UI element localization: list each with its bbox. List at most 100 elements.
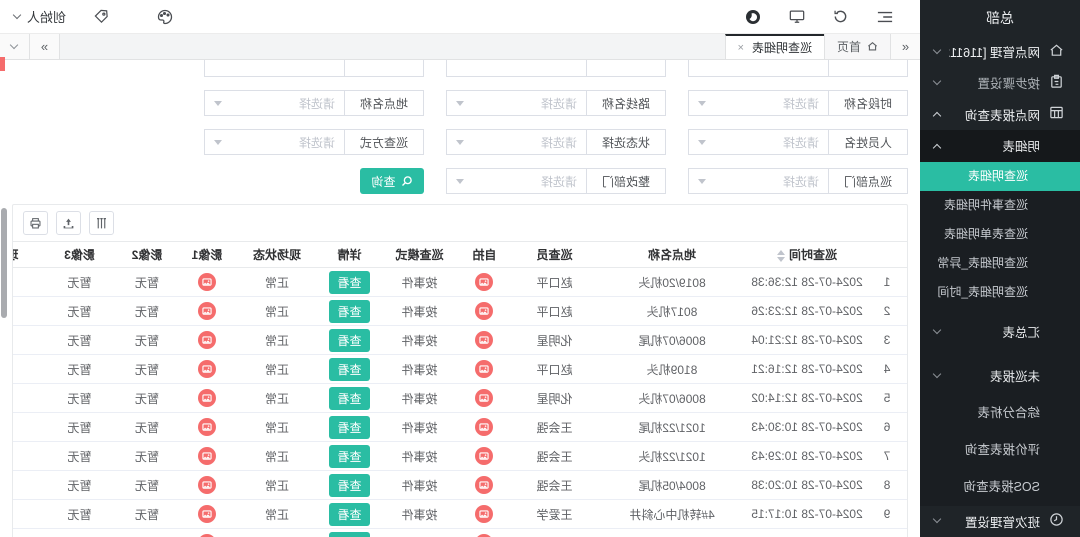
- column-settings-button[interactable]: [89, 211, 114, 235]
- sidebar-item-analysis[interactable]: 综合分析表: [920, 395, 1080, 432]
- cell-place: 8004/05机头: [597, 529, 747, 537]
- selfie-photo-icon[interactable]: [476, 302, 494, 320]
- sidebar-item-step-settings[interactable]: 按步骤设置: [920, 67, 1080, 98]
- view-button[interactable]: 查看: [330, 329, 370, 352]
- cell-index: 9: [867, 500, 907, 529]
- scene-photo-icon[interactable]: [198, 418, 216, 436]
- sidebar-item-label: 班次管理设置: [949, 512, 1040, 531]
- chevron-down-icon: [933, 45, 941, 53]
- content: 时段名称 请选择 路线名称 请选择 地点名称 请选择 人员姓名 请选择: [0, 60, 920, 537]
- cell-status: 正常: [237, 268, 317, 297]
- cell-image3: 暂无: [42, 355, 117, 384]
- sidebar-item-site-management[interactable]: 网点管理 [1161120]: [920, 36, 1080, 67]
- cell-place: 1021/22机尾: [597, 413, 747, 442]
- scene-photo-icon[interactable]: [198, 273, 216, 291]
- sidebar-item-abnormal-detail[interactable]: 巡查明细表_异常: [920, 249, 1080, 278]
- filter-field-cut: [688, 60, 908, 77]
- sidebar-item-evaluation-query[interactable]: 评价报表查询: [920, 432, 1080, 469]
- view-button[interactable]: 查看: [330, 445, 370, 468]
- route-name-select[interactable]: 请选择: [446, 90, 587, 116]
- cell-index: 4: [867, 355, 907, 384]
- home-icon: [1049, 43, 1064, 61]
- table-row: 6 2024-07-28 10:30:43 1021/22机尾 王会强 按事件 …: [12, 413, 907, 442]
- sidebar-item-shift-settings[interactable]: 班次管理设置: [920, 506, 1080, 537]
- cell-mode: 按事件: [382, 326, 457, 355]
- vertical-scrollbar[interactable]: [1, 208, 7, 318]
- selfie-photo-icon[interactable]: [476, 273, 494, 291]
- scene-photo-icon[interactable]: [198, 389, 216, 407]
- sort-icon[interactable]: [777, 250, 785, 262]
- patrol-dept-select[interactable]: 请选择: [688, 168, 829, 194]
- user-menu[interactable]: 创始人: [14, 7, 66, 26]
- scene-photo-icon[interactable]: [198, 302, 216, 320]
- sidebar-item-label: 网点报表查询: [949, 105, 1040, 124]
- view-button[interactable]: 查看: [330, 474, 370, 497]
- selfie-photo-icon[interactable]: [476, 418, 494, 436]
- placeholder: 请选择: [783, 95, 819, 112]
- tab-home[interactable]: 首页: [824, 34, 890, 59]
- field-label: 整改部门: [586, 168, 666, 194]
- collapse-menu-icon[interactable]: [870, 0, 900, 34]
- person-name-select[interactable]: 请选择: [688, 129, 829, 155]
- rectify-dept-select[interactable]: 请选择: [446, 168, 587, 194]
- scene-photo-icon[interactable]: [198, 505, 216, 523]
- cell-image2: 暂无: [117, 500, 177, 529]
- tag-icon[interactable]: [86, 0, 116, 34]
- col-image1: 影像1: [177, 242, 237, 268]
- chevron-down-icon: [13, 10, 21, 18]
- patrol-detail-table: 巡查时间 地点名称 巡查员 自拍 巡查模式 详情 现场状态 影像1 影像2 影像…: [12, 241, 907, 537]
- sidebar-group-detail-reports[interactable]: 明细表: [920, 130, 1080, 162]
- cell-person: 赵口平: [512, 355, 597, 384]
- refresh-icon[interactable]: [826, 0, 856, 34]
- view-button[interactable]: 查看: [330, 532, 370, 537]
- chevron-down-icon: [214, 140, 222, 145]
- sidebar-item-event-detail[interactable]: 巡查事件明细表: [920, 191, 1080, 220]
- view-button[interactable]: 查看: [330, 416, 370, 439]
- sidebar-item-time-detail[interactable]: 巡查明细表_时间: [920, 278, 1080, 307]
- selfie-photo-icon[interactable]: [476, 447, 494, 465]
- dark-mode-icon[interactable]: [738, 0, 768, 34]
- cell-selfie: [457, 297, 512, 326]
- scene-photo-icon[interactable]: [198, 447, 216, 465]
- selfie-photo-icon[interactable]: [476, 505, 494, 523]
- table-row: 9 2024-07-28 10:17:15 4#转机中心斜井 王爱学 按事件 查…: [12, 500, 907, 529]
- sidebar-item-form-detail[interactable]: 巡查表单明细表: [920, 220, 1080, 249]
- sidebar-item-patrol-detail[interactable]: 巡查明细表: [920, 162, 1080, 191]
- selfie-photo-icon[interactable]: [476, 476, 494, 494]
- tabs-menu-button[interactable]: [0, 34, 30, 59]
- sidebar-item-report-query[interactable]: 网点报表查询: [920, 99, 1080, 130]
- tabs-scroll-left-button[interactable]: «: [890, 34, 920, 59]
- selfie-photo-icon[interactable]: [476, 360, 494, 378]
- cell-selfie: [457, 326, 512, 355]
- view-button[interactable]: 查看: [330, 300, 370, 323]
- close-icon[interactable]: ×: [738, 42, 744, 54]
- print-button[interactable]: [23, 211, 48, 235]
- status-select[interactable]: 请选择: [446, 129, 587, 155]
- sidebar-group-summary[interactable]: 汇总表: [920, 313, 1080, 351]
- tab-label: 首页: [837, 38, 861, 55]
- sidebar-item-sos-query[interactable]: SOS报表查询: [920, 469, 1080, 506]
- view-button[interactable]: 查看: [330, 271, 370, 294]
- export-button[interactable]: [56, 211, 81, 235]
- table-row: 3 2024-07-28 12:21:04 8006/07机尾 化明星 按事件 …: [12, 326, 907, 355]
- col-patrol-time[interactable]: 巡查时间: [747, 242, 867, 268]
- view-button[interactable]: 查看: [330, 358, 370, 381]
- scene-photo-icon[interactable]: [198, 360, 216, 378]
- selfie-photo-icon[interactable]: [476, 331, 494, 349]
- tabs-scroll-right-button[interactable]: »: [30, 34, 60, 59]
- patrol-mode-select[interactable]: 请选择: [204, 129, 345, 155]
- period-name-select[interactable]: 请选择: [688, 90, 829, 116]
- palette-icon[interactable]: [150, 0, 180, 34]
- view-button[interactable]: 查看: [330, 387, 370, 410]
- selfie-photo-icon[interactable]: [476, 389, 494, 407]
- sidebar-group-missed-patrol[interactable]: 未巡报表: [920, 357, 1080, 395]
- place-name-select[interactable]: 请选择: [204, 90, 345, 116]
- search-button[interactable]: 查询: [360, 168, 424, 194]
- scene-photo-icon[interactable]: [198, 476, 216, 494]
- tab-patrol-detail[interactable]: 巡查明细表 ×: [725, 34, 824, 59]
- sidebar-item-label: 按步骤设置: [949, 73, 1040, 92]
- view-button[interactable]: 查看: [330, 503, 370, 526]
- cell-sign-in: 暂无: [12, 355, 42, 384]
- scene-photo-icon[interactable]: [198, 331, 216, 349]
- monitor-icon[interactable]: [782, 0, 812, 34]
